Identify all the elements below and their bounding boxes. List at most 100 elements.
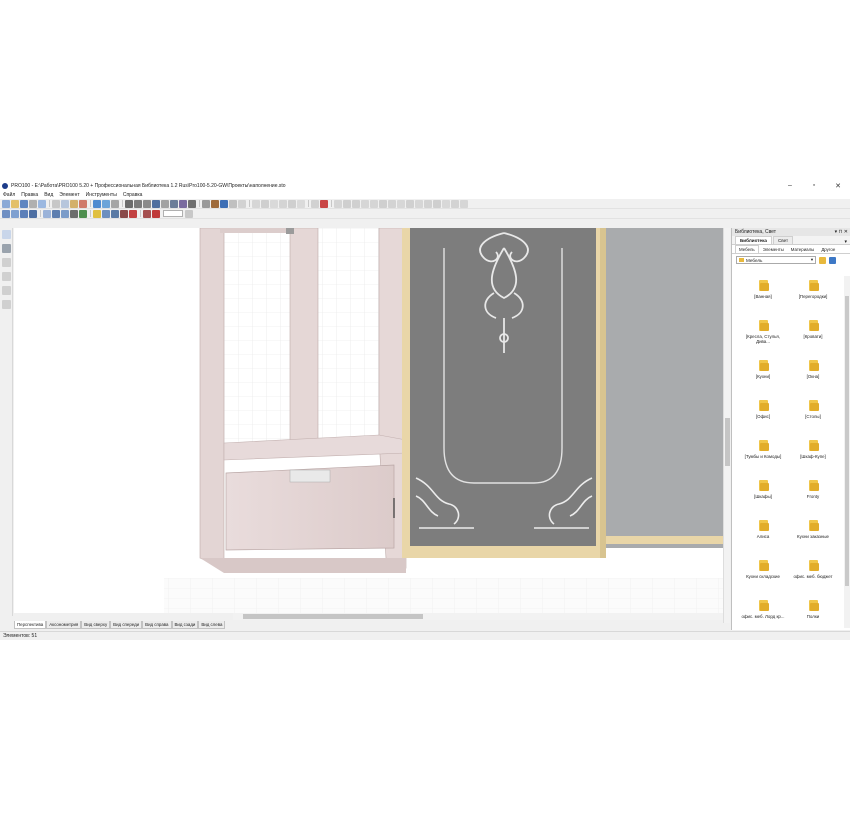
cube3-icon[interactable]	[29, 209, 37, 218]
print-icon[interactable]	[29, 199, 37, 208]
dims9-icon[interactable]	[415, 199, 423, 208]
measure-tool-icon[interactable]	[1, 300, 11, 309]
list2-icon[interactable]	[170, 199, 178, 208]
close-button[interactable]: ✕	[826, 180, 850, 191]
align-icon[interactable]	[311, 199, 319, 208]
library-item[interactable]: [Кровати]	[788, 318, 838, 358]
move2-icon[interactable]	[288, 199, 296, 208]
menu-tools[interactable]: Инструменты	[83, 192, 120, 198]
print-preview-icon[interactable]	[38, 199, 46, 208]
library-item[interactable]: [Столы]	[788, 398, 838, 438]
cube2-icon[interactable]	[20, 209, 28, 218]
tab-light[interactable]: Свет	[772, 236, 794, 244]
subtab-furniture[interactable]: Мебель	[735, 245, 759, 253]
stop-icon[interactable]	[334, 199, 342, 208]
dims3-icon[interactable]	[361, 199, 369, 208]
menu-help[interactable]: Справка	[120, 192, 146, 198]
image-icon[interactable]	[152, 199, 160, 208]
wave-icon[interactable]	[111, 209, 119, 218]
library-item[interactable]: [Офис]	[738, 398, 788, 438]
zoom-input[interactable]	[163, 210, 183, 217]
menu-file[interactable]: Файл	[0, 192, 18, 198]
cut-icon[interactable]	[52, 199, 60, 208]
library-item[interactable]: [Шкаф-Купе]	[788, 438, 838, 478]
dims6-icon[interactable]	[388, 199, 396, 208]
dims1-icon[interactable]	[343, 199, 351, 208]
table2-icon[interactable]	[202, 199, 210, 208]
dims11-icon[interactable]	[433, 199, 441, 208]
tab-front-view[interactable]: Вид спереди	[110, 621, 143, 629]
box-icon[interactable]	[2, 209, 10, 218]
target-icon[interactable]	[152, 209, 160, 218]
globe-icon[interactable]	[93, 199, 101, 208]
library-item[interactable]: [Ванная]	[738, 278, 788, 318]
paste-icon[interactable]	[70, 199, 78, 208]
copy-icon[interactable]	[61, 199, 69, 208]
folder-up-icon[interactable]	[819, 256, 826, 264]
align-right-icon[interactable]	[270, 199, 278, 208]
lamp-icon[interactable]	[93, 209, 101, 218]
library-item[interactable]: [Тумбы и Комоды]	[738, 438, 788, 478]
menu-element[interactable]: Элемент	[56, 192, 82, 198]
library-item[interactable]: [Шкафы]	[738, 478, 788, 518]
3d-viewport[interactable]	[14, 228, 723, 613]
library-item[interactable]: Fronty	[788, 478, 838, 518]
cube-icon[interactable]	[11, 209, 19, 218]
align-left-icon[interactable]	[261, 199, 269, 208]
horizontal-scroll-thumb[interactable]	[243, 614, 423, 619]
zoom-icon[interactable]	[185, 209, 193, 218]
dims2-icon[interactable]	[352, 199, 360, 208]
dims14-icon[interactable]	[460, 199, 468, 208]
list-icon[interactable]	[134, 199, 142, 208]
view-mode-icon[interactable]	[829, 256, 836, 264]
subtab-other[interactable]: Другое	[818, 246, 838, 253]
menu-edit[interactable]: Правка	[18, 192, 41, 198]
dimension-icon[interactable]	[102, 209, 110, 218]
delete-icon[interactable]	[79, 199, 87, 208]
walk-tool-icon[interactable]	[1, 286, 11, 295]
tab-perspective[interactable]: Перспектива	[14, 621, 47, 629]
rotate-left-icon[interactable]	[238, 199, 246, 208]
library-scrollbar[interactable]	[844, 276, 850, 628]
dims8-icon[interactable]	[406, 199, 414, 208]
dims12-icon[interactable]	[442, 199, 450, 208]
library-scroll-thumb[interactable]	[845, 296, 849, 586]
maximize-button[interactable]: ▫	[802, 180, 826, 191]
library-item[interactable]: Кухни заказные	[788, 518, 838, 558]
vertical-scroll-thumb[interactable]	[725, 418, 730, 466]
door-icon[interactable]	[52, 209, 60, 218]
rotate-tool-icon[interactable]	[1, 244, 11, 253]
dims10-icon[interactable]	[424, 199, 432, 208]
zoom-tool-icon[interactable]	[1, 272, 11, 281]
properties-icon[interactable]	[111, 199, 119, 208]
lift-icon[interactable]	[211, 199, 219, 208]
library-item[interactable]: [Кресла, Стулья, Дива...	[738, 318, 788, 358]
minimize-button[interactable]: –	[778, 180, 802, 191]
web-icon[interactable]	[102, 199, 110, 208]
subtab-elements[interactable]: Элементы	[760, 246, 787, 253]
library-item[interactable]: Полки	[788, 598, 838, 628]
viewport-horizontal-scrollbar[interactable]	[233, 613, 723, 620]
table-icon[interactable]	[161, 199, 169, 208]
save-icon[interactable]	[20, 199, 28, 208]
panel-icon[interactable]	[43, 209, 51, 218]
link-icon[interactable]	[229, 199, 237, 208]
open-icon[interactable]	[11, 199, 19, 208]
dims4-icon[interactable]	[370, 199, 378, 208]
library-item[interactable]: офис. меб. бюджет	[788, 558, 838, 598]
grid-icon[interactable]	[125, 199, 133, 208]
menu-view[interactable]: Вид	[41, 192, 56, 198]
library-item[interactable]: офис. меб. Лорд кр...	[738, 598, 788, 628]
circle-icon[interactable]	[143, 209, 151, 218]
pan-tool-icon[interactable]	[1, 258, 11, 267]
magnet-icon[interactable]	[129, 209, 137, 218]
snap-icon[interactable]	[320, 199, 328, 208]
frame-icon[interactable]	[143, 199, 151, 208]
tab-back-view[interactable]: Вид сзади	[171, 621, 199, 629]
library-item[interactable]: [Перегородки]	[788, 278, 838, 318]
select-arrow-icon[interactable]	[1, 230, 11, 239]
tab-top-view[interactable]: Вид сверху	[81, 621, 111, 629]
tab-right-view[interactable]: Вид справа	[142, 621, 172, 629]
texture-icon[interactable]	[120, 209, 128, 218]
report-icon[interactable]	[179, 199, 187, 208]
